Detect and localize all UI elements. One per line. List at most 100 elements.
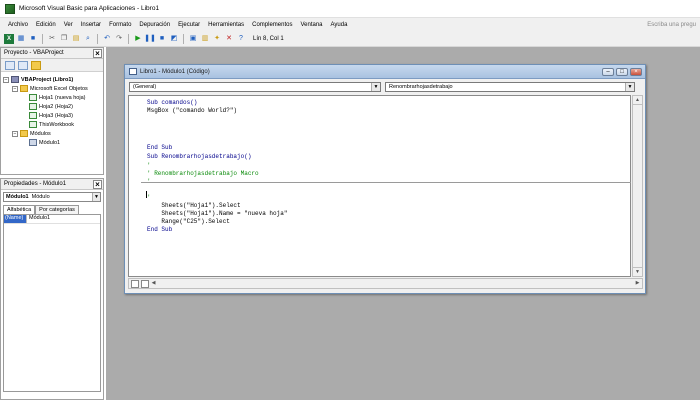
- tab-por-categorias[interactable]: Por categorías: [35, 205, 79, 214]
- horizontal-scrollbar[interactable]: ◀ ▶: [128, 278, 643, 289]
- code-line[interactable]: ': [147, 178, 151, 186]
- procedure-combo[interactable]: Renombrarhojasdetrabajo ▼: [385, 82, 635, 92]
- property-row[interactable]: (Name) Módulo1: [4, 215, 100, 224]
- project-explorer-panel: Proyecto - VBAProject × − VBAProject (Lib…: [0, 47, 104, 175]
- tab-alfabetica[interactable]: Alfabética: [3, 205, 36, 214]
- collapse-icon[interactable]: −: [12, 130, 18, 137]
- menu-edicion[interactable]: Edición: [32, 22, 60, 28]
- paste-icon[interactable]: ▤: [71, 34, 81, 44]
- tree-item[interactable]: ThisWorkbook: [3, 120, 101, 129]
- toolbar-separator: [128, 34, 129, 44]
- minimize-icon[interactable]: –: [602, 67, 614, 76]
- tree-item-label: Hoja3 (Hoja3): [39, 112, 73, 119]
- code-line[interactable]: End Sub: [147, 144, 172, 152]
- properties-panel: Propiedades - Módulo1 × Módulo1 Módulo ▼…: [0, 178, 104, 400]
- close-icon[interactable]: ×: [93, 179, 102, 189]
- sheet-icon: [29, 103, 37, 110]
- object-type: Módulo: [31, 194, 50, 200]
- close-icon[interactable]: ×: [630, 67, 642, 76]
- copy-icon[interactable]: ❐: [59, 34, 69, 44]
- undo-icon[interactable]: ↶: [102, 34, 112, 44]
- code-line[interactable]: Range("C25").Select: [147, 218, 229, 226]
- object-browser-icon[interactable]: ✦: [212, 34, 222, 44]
- collapse-icon[interactable]: −: [3, 76, 9, 83]
- object-selector[interactable]: Módulo1 Módulo ▼: [3, 192, 101, 202]
- tree-item-label: Módulos: [30, 130, 51, 137]
- menu-formato[interactable]: Formato: [105, 22, 135, 28]
- tree-item[interactable]: − Módulos: [3, 129, 101, 138]
- scroll-right-icon[interactable]: ▶: [633, 279, 642, 288]
- break-icon[interactable]: ❚❚: [144, 34, 156, 44]
- menu-ayuda[interactable]: Ayuda: [327, 22, 352, 28]
- scroll-left-icon[interactable]: ◀: [149, 279, 158, 288]
- insert-userform-icon[interactable]: ▦: [16, 34, 26, 44]
- object-combo[interactable]: (General) ▼: [129, 82, 381, 92]
- property-key: (Name): [4, 215, 26, 223]
- tree-item-label: VBAProject (Libro1): [21, 76, 74, 83]
- code-line[interactable]: End Sub: [147, 226, 172, 234]
- tree-item[interactable]: − Microsoft Excel Objetos: [3, 84, 101, 93]
- design-mode-icon[interactable]: ◩: [169, 34, 179, 44]
- maximize-icon[interactable]: □: [616, 67, 628, 76]
- code-line[interactable]: Sub Renombrarhojasdetrabajo(): [147, 153, 251, 161]
- menu-herramientas[interactable]: Herramientas: [204, 22, 248, 28]
- toolbar-separator: [97, 34, 98, 44]
- code-line[interactable]: ': [147, 194, 151, 202]
- code-line[interactable]: ': [147, 162, 151, 170]
- help-icon[interactable]: ?: [236, 34, 246, 44]
- save-icon[interactable]: ■: [28, 34, 38, 44]
- redo-icon[interactable]: ↷: [114, 34, 124, 44]
- tree-item[interactable]: Hoja3 (Hoja3): [3, 111, 101, 120]
- menu-complementos[interactable]: Complementos: [248, 22, 296, 28]
- procedure-view-icon[interactable]: [131, 279, 139, 288]
- menu-insertar[interactable]: Insertar: [77, 22, 105, 28]
- collapse-icon[interactable]: −: [12, 85, 18, 92]
- properties-window-icon[interactable]: ▥: [200, 34, 210, 44]
- procedure-separator: [141, 182, 631, 183]
- find-icon[interactable]: ⌕: [83, 34, 93, 44]
- properties-tabs: Alfabética Por categorías: [1, 204, 103, 214]
- code-line[interactable]: Sheets("Hoja1").Name = "nueva hoja": [147, 210, 287, 218]
- menu-ver[interactable]: Ver: [60, 22, 77, 28]
- menu-ejecutar[interactable]: Ejecutar: [174, 22, 204, 28]
- help-search-input[interactable]: Escriba una pregu: [647, 22, 696, 28]
- code-line[interactable]: Sheets("Hoja1").Select: [147, 202, 240, 210]
- property-value[interactable]: Módulo1: [26, 215, 50, 223]
- view-object-icon[interactable]: [18, 60, 28, 70]
- scroll-down-icon[interactable]: ▼: [633, 267, 642, 276]
- tree-item[interactable]: − VBAProject (Libro1): [3, 75, 101, 84]
- reset-icon[interactable]: ■: [157, 34, 167, 44]
- project-explorer-icon[interactable]: ▣: [188, 34, 198, 44]
- properties-panel-title: Propiedades - Módulo1: [4, 181, 67, 187]
- menu-bar: Archivo Edición Ver Insertar Formato Dep…: [0, 18, 700, 32]
- chevron-down-icon[interactable]: ▼: [92, 193, 100, 201]
- chevron-down-icon[interactable]: ▼: [371, 83, 380, 91]
- vertical-scrollbar[interactable]: ▲ ▼: [632, 95, 643, 277]
- module-icon: [29, 139, 37, 146]
- menu-depuracion[interactable]: Depuración: [135, 22, 174, 28]
- view-code-icon[interactable]: [5, 60, 15, 70]
- tree-item-label: Módulo1: [39, 139, 61, 146]
- scroll-up-icon[interactable]: ▲: [633, 96, 642, 105]
- cursor-position: Lín 8, Col 1: [253, 36, 284, 42]
- tree-item-label: Microsoft Excel Objetos: [30, 85, 88, 92]
- full-module-view-icon[interactable]: [141, 279, 149, 288]
- code-line[interactable]: ' Renombrarhojasdetrabajo Macro: [147, 170, 259, 178]
- excel-icon[interactable]: X: [4, 34, 14, 44]
- tree-item[interactable]: Módulo1: [3, 138, 101, 147]
- chevron-down-icon[interactable]: ▼: [625, 83, 634, 91]
- menu-archivo[interactable]: Archivo: [4, 22, 32, 28]
- tree-item[interactable]: Hoja2 (Hoja2): [3, 102, 101, 111]
- code-line[interactable]: MsgBox ("comando World?"): [147, 107, 237, 115]
- standard-toolbar: X ▦ ■ ✂ ❐ ▤ ⌕ ↶ ↷ ▶ ❚❚ ■ ◩ ▣ ▥ ✦ ✕ ? Lín…: [0, 32, 372, 47]
- menu-ventana[interactable]: Ventana: [296, 22, 326, 28]
- close-icon[interactable]: ×: [93, 48, 102, 58]
- code-editor[interactable]: Sub comandos() MsgBox ("comando World?") E…: [128, 95, 631, 277]
- cut-icon[interactable]: ✂: [47, 34, 57, 44]
- toggle-folders-icon[interactable]: [31, 60, 41, 70]
- run-icon[interactable]: ▶: [133, 34, 143, 44]
- code-line[interactable]: Sub comandos(): [147, 99, 197, 107]
- toolbox-icon[interactable]: ✕: [224, 34, 234, 44]
- tree-item[interactable]: Hoja1 (nueva hoja): [3, 93, 101, 102]
- window-titlebar: Microsoft Visual Basic para Aplicaciones…: [0, 0, 700, 18]
